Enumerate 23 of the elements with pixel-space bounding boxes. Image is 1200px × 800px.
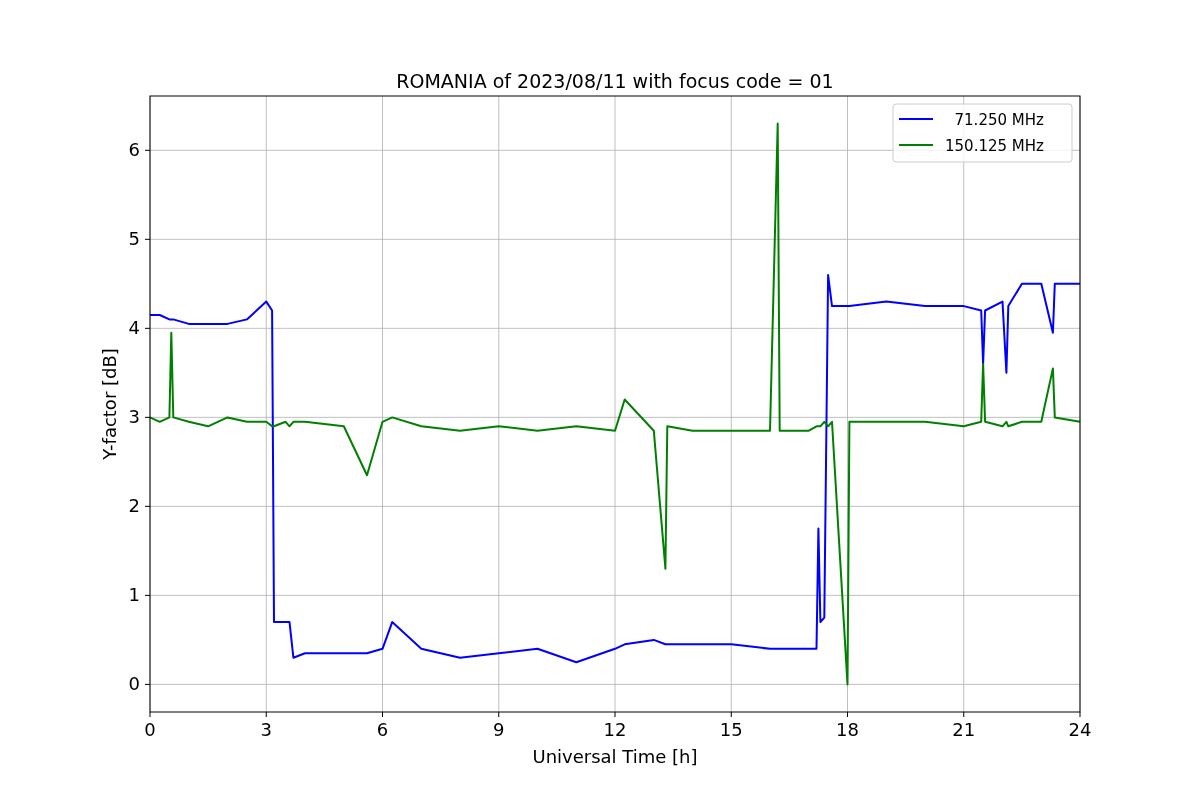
x-tick-label: 3	[260, 719, 272, 740]
legend-label: 71.250 MHz	[954, 111, 1044, 129]
y-tick-label: 0	[128, 673, 140, 695]
x-tick-label: 24	[1068, 719, 1092, 740]
legend-label: 150.125 MHz	[945, 137, 1044, 155]
y-tick-label: 1	[128, 584, 140, 606]
y-tick-label: 3	[128, 406, 140, 428]
x-axis-label: Universal Time [h]	[532, 746, 698, 767]
x-tick-label: 18	[836, 719, 859, 740]
x-tick-label: 12	[603, 719, 627, 740]
legend-line-icon	[898, 118, 934, 120]
x-tick-label: 0	[144, 719, 156, 740]
y-tick-label: 2	[128, 495, 140, 517]
y-tick-label: 4	[128, 317, 140, 339]
legend-line-icon	[898, 144, 934, 146]
y-tick-label: 6	[128, 139, 140, 161]
chart-title: ROMANIA of 2023/08/11 with focus code = 01	[396, 70, 834, 92]
x-tick-label: 9	[493, 719, 505, 740]
y-axis-label: Y-factor [dB]	[99, 348, 120, 460]
x-tick-label: 6	[376, 719, 389, 740]
y-tick-label: 5	[128, 228, 140, 250]
x-tick-label: 21	[952, 719, 976, 740]
x-tick-label: 15	[719, 719, 743, 740]
